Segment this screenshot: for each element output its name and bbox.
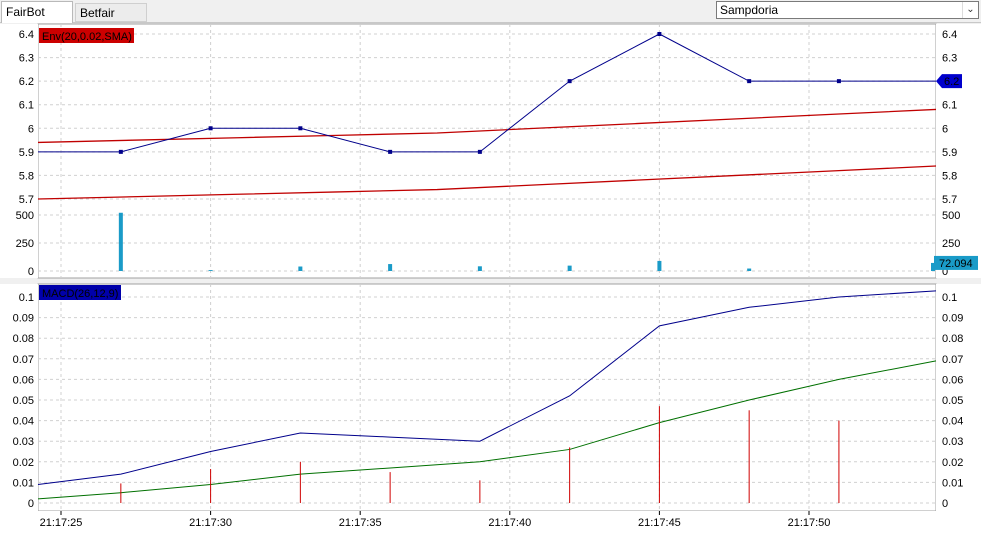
macd-y-tick-right: 0.04 xyxy=(942,416,963,428)
x-tick-label: 21:17:45 xyxy=(638,517,681,529)
macd-y-tick-left: 0.04 xyxy=(13,416,34,428)
volume-y-tick-left: 500 xyxy=(16,210,34,222)
macd-y-tick-right: 0.09 xyxy=(942,313,963,325)
price-point xyxy=(477,149,482,154)
x-tick-label: 21:17:30 xyxy=(189,517,232,529)
price-y-tick-right: 5.9 xyxy=(942,147,957,159)
price-y-tick-right: 5.7 xyxy=(942,194,957,206)
volume-bar xyxy=(298,266,303,271)
macd-y-tick-right: 0.07 xyxy=(942,354,963,366)
price-y-tick-left: 6.1 xyxy=(19,100,34,112)
macd-y-tick-left: 0.03 xyxy=(13,436,34,448)
x-tick-label: 21:17:35 xyxy=(339,517,382,529)
macd-y-tick-left: 0.08 xyxy=(13,333,34,345)
macd-y-tick-left: 0.02 xyxy=(13,457,34,469)
macd-y-tick-right: 0 xyxy=(942,498,948,510)
macd-y-tick-right: 0.06 xyxy=(942,374,963,386)
volume-y-tick-right: 500 xyxy=(942,210,960,222)
price-y-tick-left: 5.8 xyxy=(19,170,34,182)
volume-bar xyxy=(747,268,752,271)
macd-y-tick-left: 0.01 xyxy=(13,477,34,489)
price-y-tick-left: 6 xyxy=(28,123,34,135)
price-y-tick-right: 6.1 xyxy=(942,100,957,112)
price-y-tick-right: 6.3 xyxy=(942,53,957,65)
volume-bar xyxy=(567,265,572,271)
price-point xyxy=(298,126,303,131)
price-panel-bg xyxy=(37,23,937,279)
macd-y-tick-right: 0.08 xyxy=(942,333,963,345)
price-point xyxy=(118,149,123,154)
price-point xyxy=(747,79,752,84)
price-y-tick-left: 5.7 xyxy=(19,194,34,206)
x-tick-label: 21:17:40 xyxy=(488,517,531,529)
macd-label: MACD(26,12,9) xyxy=(42,288,118,300)
x-tick-label: 21:17:25 xyxy=(40,517,83,529)
macd-y-tick-left: 0.09 xyxy=(13,313,34,325)
price-y-tick-left: 6.3 xyxy=(19,53,34,65)
volume-y-tick-left: 0 xyxy=(28,266,34,278)
price-point xyxy=(836,79,841,84)
macd-y-tick-left: 0.1 xyxy=(19,292,34,304)
envelope-label: Env(20,0.02,SMA) xyxy=(42,31,132,43)
macd-y-tick-right: 0.02 xyxy=(942,457,963,469)
volume-bar xyxy=(388,264,393,271)
price-y-tick-left: 6.4 xyxy=(19,29,34,41)
price-y-tick-left: 6.2 xyxy=(19,76,34,88)
volume-bar xyxy=(657,260,662,271)
macd-y-tick-left: 0.06 xyxy=(13,374,34,386)
volume-y-tick-left: 250 xyxy=(16,238,34,250)
macd-y-tick-left: 0 xyxy=(28,498,34,510)
macd-y-tick-left: 0.05 xyxy=(13,395,34,407)
price-y-tick-left: 5.9 xyxy=(19,147,34,159)
price-point xyxy=(208,126,213,131)
price-y-tick-right: 5.8 xyxy=(942,170,957,182)
price-point xyxy=(388,149,393,154)
volume-bar xyxy=(477,266,482,271)
chart-canvas: 6.4 6.4 6.3 6.3 6.2 6.2 6.1 6.1 6 6 5.9 5.9 5.8 5.8 5.… xyxy=(0,23,981,535)
macd-y-tick-right: 0.1 xyxy=(942,292,957,304)
volume-y-tick-right: 250 xyxy=(942,238,960,250)
macd-y-tick-left: 0.07 xyxy=(13,354,34,366)
volume-bar xyxy=(208,270,213,271)
price-point xyxy=(567,79,572,84)
macd-y-tick-right: 0.01 xyxy=(942,477,963,489)
price-y-tick-right: 6 xyxy=(942,123,948,135)
volume-last-value-label: 72.094 xyxy=(939,258,973,270)
price-y-tick-right: 6.4 xyxy=(942,29,957,41)
price-last-value-label: 6.2 xyxy=(944,76,959,88)
volume-bar xyxy=(118,212,123,271)
price-point xyxy=(657,32,662,36)
macd-y-tick-right: 0.05 xyxy=(942,395,963,407)
macd-y-tick-right: 0.03 xyxy=(942,436,963,448)
x-tick-label: 21:17:50 xyxy=(788,517,831,529)
